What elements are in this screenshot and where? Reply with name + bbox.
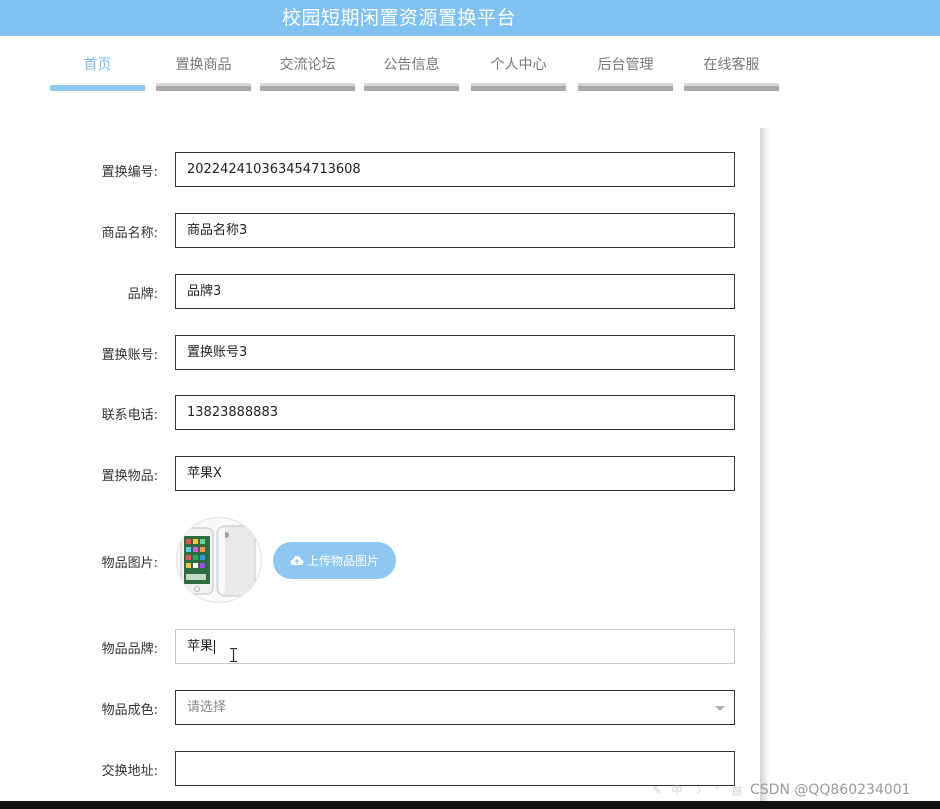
cloud-upload-icon [290, 556, 304, 565]
brand-input[interactable]: 品牌3 [175, 274, 735, 309]
nav-exchange-products-label: 置换商品 [175, 57, 232, 73]
nav-announcements[interactable]: 公告信息 [364, 48, 459, 91]
nav-underline [364, 83, 459, 91]
text-cursor-icon [230, 648, 237, 662]
nav-announcements-label: 公告信息 [383, 57, 440, 73]
nav-underline [260, 83, 355, 91]
item-condition-label: 物品成色: [101, 703, 158, 718]
top-header: 校园短期闲置资源置换平台 [0, 0, 940, 36]
watermark: CSDN @QQ860234001 [750, 782, 911, 798]
nav-underline [684, 83, 779, 91]
exchange-no-input[interactable]: 202242410363454713608 [175, 152, 735, 187]
upload-image-button[interactable]: 上传物品图片 [273, 542, 396, 579]
item-image-label: 物品图片: [101, 556, 158, 571]
item-brand-input[interactable]: 苹果 [175, 629, 735, 664]
nav-home[interactable]: 首页 [50, 48, 145, 91]
brand-label: 品牌: [127, 287, 158, 302]
nav-underline [578, 83, 673, 91]
nav-personal-center-label: 个人中心 [490, 57, 547, 73]
exchange-address-input[interactable] [175, 751, 735, 786]
ime-logo-icon: ✎ [652, 784, 662, 797]
product-name-label: 商品名称: [101, 226, 158, 241]
nav-forum[interactable]: 交流论坛 [260, 48, 355, 91]
text-caret [214, 639, 216, 654]
site-title: 校园短期闲置资源置换平台 [282, 7, 517, 29]
moon-icon: ☽ [692, 784, 702, 797]
nav-underline [50, 85, 145, 91]
nav-underline [471, 83, 566, 91]
exchange-account-label: 置换账号: [101, 348, 158, 363]
chevron-down-icon [715, 706, 725, 711]
exchange-no-label: 置换编号: [101, 165, 158, 180]
ime-mode-icon: 中 [671, 784, 683, 797]
nav-admin[interactable]: 后台管理 [578, 48, 673, 91]
nav-online-support[interactable]: 在线客服 [684, 48, 779, 91]
item-condition-placeholder: 请选择 [187, 700, 227, 715]
phone-label: 联系电话: [101, 408, 158, 423]
bottom-bar [0, 801, 940, 809]
exchange-item-input[interactable]: 苹果X [175, 456, 735, 491]
phone-image-icon [180, 525, 256, 597]
keyboard-icon: ▤ [731, 784, 743, 797]
nav-admin-label: 后台管理 [597, 57, 654, 73]
item-condition-select[interactable]: 请选择 [175, 690, 735, 725]
form-panel-shadow [760, 128, 770, 809]
phone-thumbnail[interactable] [176, 517, 262, 603]
exchange-account-input[interactable]: 置换账号3 [175, 335, 735, 370]
item-brand-label: 物品品牌: [101, 642, 158, 657]
nav-personal-center[interactable]: 个人中心 [471, 48, 566, 91]
phone-input[interactable]: 13823888883 [175, 395, 735, 430]
nav-exchange-products[interactable]: 置换商品 [156, 48, 251, 91]
nav-home-label: 首页 [83, 57, 112, 73]
item-brand-value: 苹果 [187, 639, 214, 654]
exchange-item-label: 置换物品: [101, 469, 158, 484]
ime-toolbar: ✎ 中 ☽ ° ▤ [650, 784, 744, 798]
nav-online-support-label: 在线客服 [703, 57, 760, 73]
punctuation-icon: ° [714, 784, 720, 797]
nav-underline [156, 83, 251, 91]
nav-forum-label: 交流论坛 [279, 57, 336, 73]
upload-image-label: 上传物品图片 [306, 554, 379, 568]
product-name-input[interactable]: 商品名称3 [175, 213, 735, 248]
exchange-address-label: 交换地址: [101, 764, 158, 779]
